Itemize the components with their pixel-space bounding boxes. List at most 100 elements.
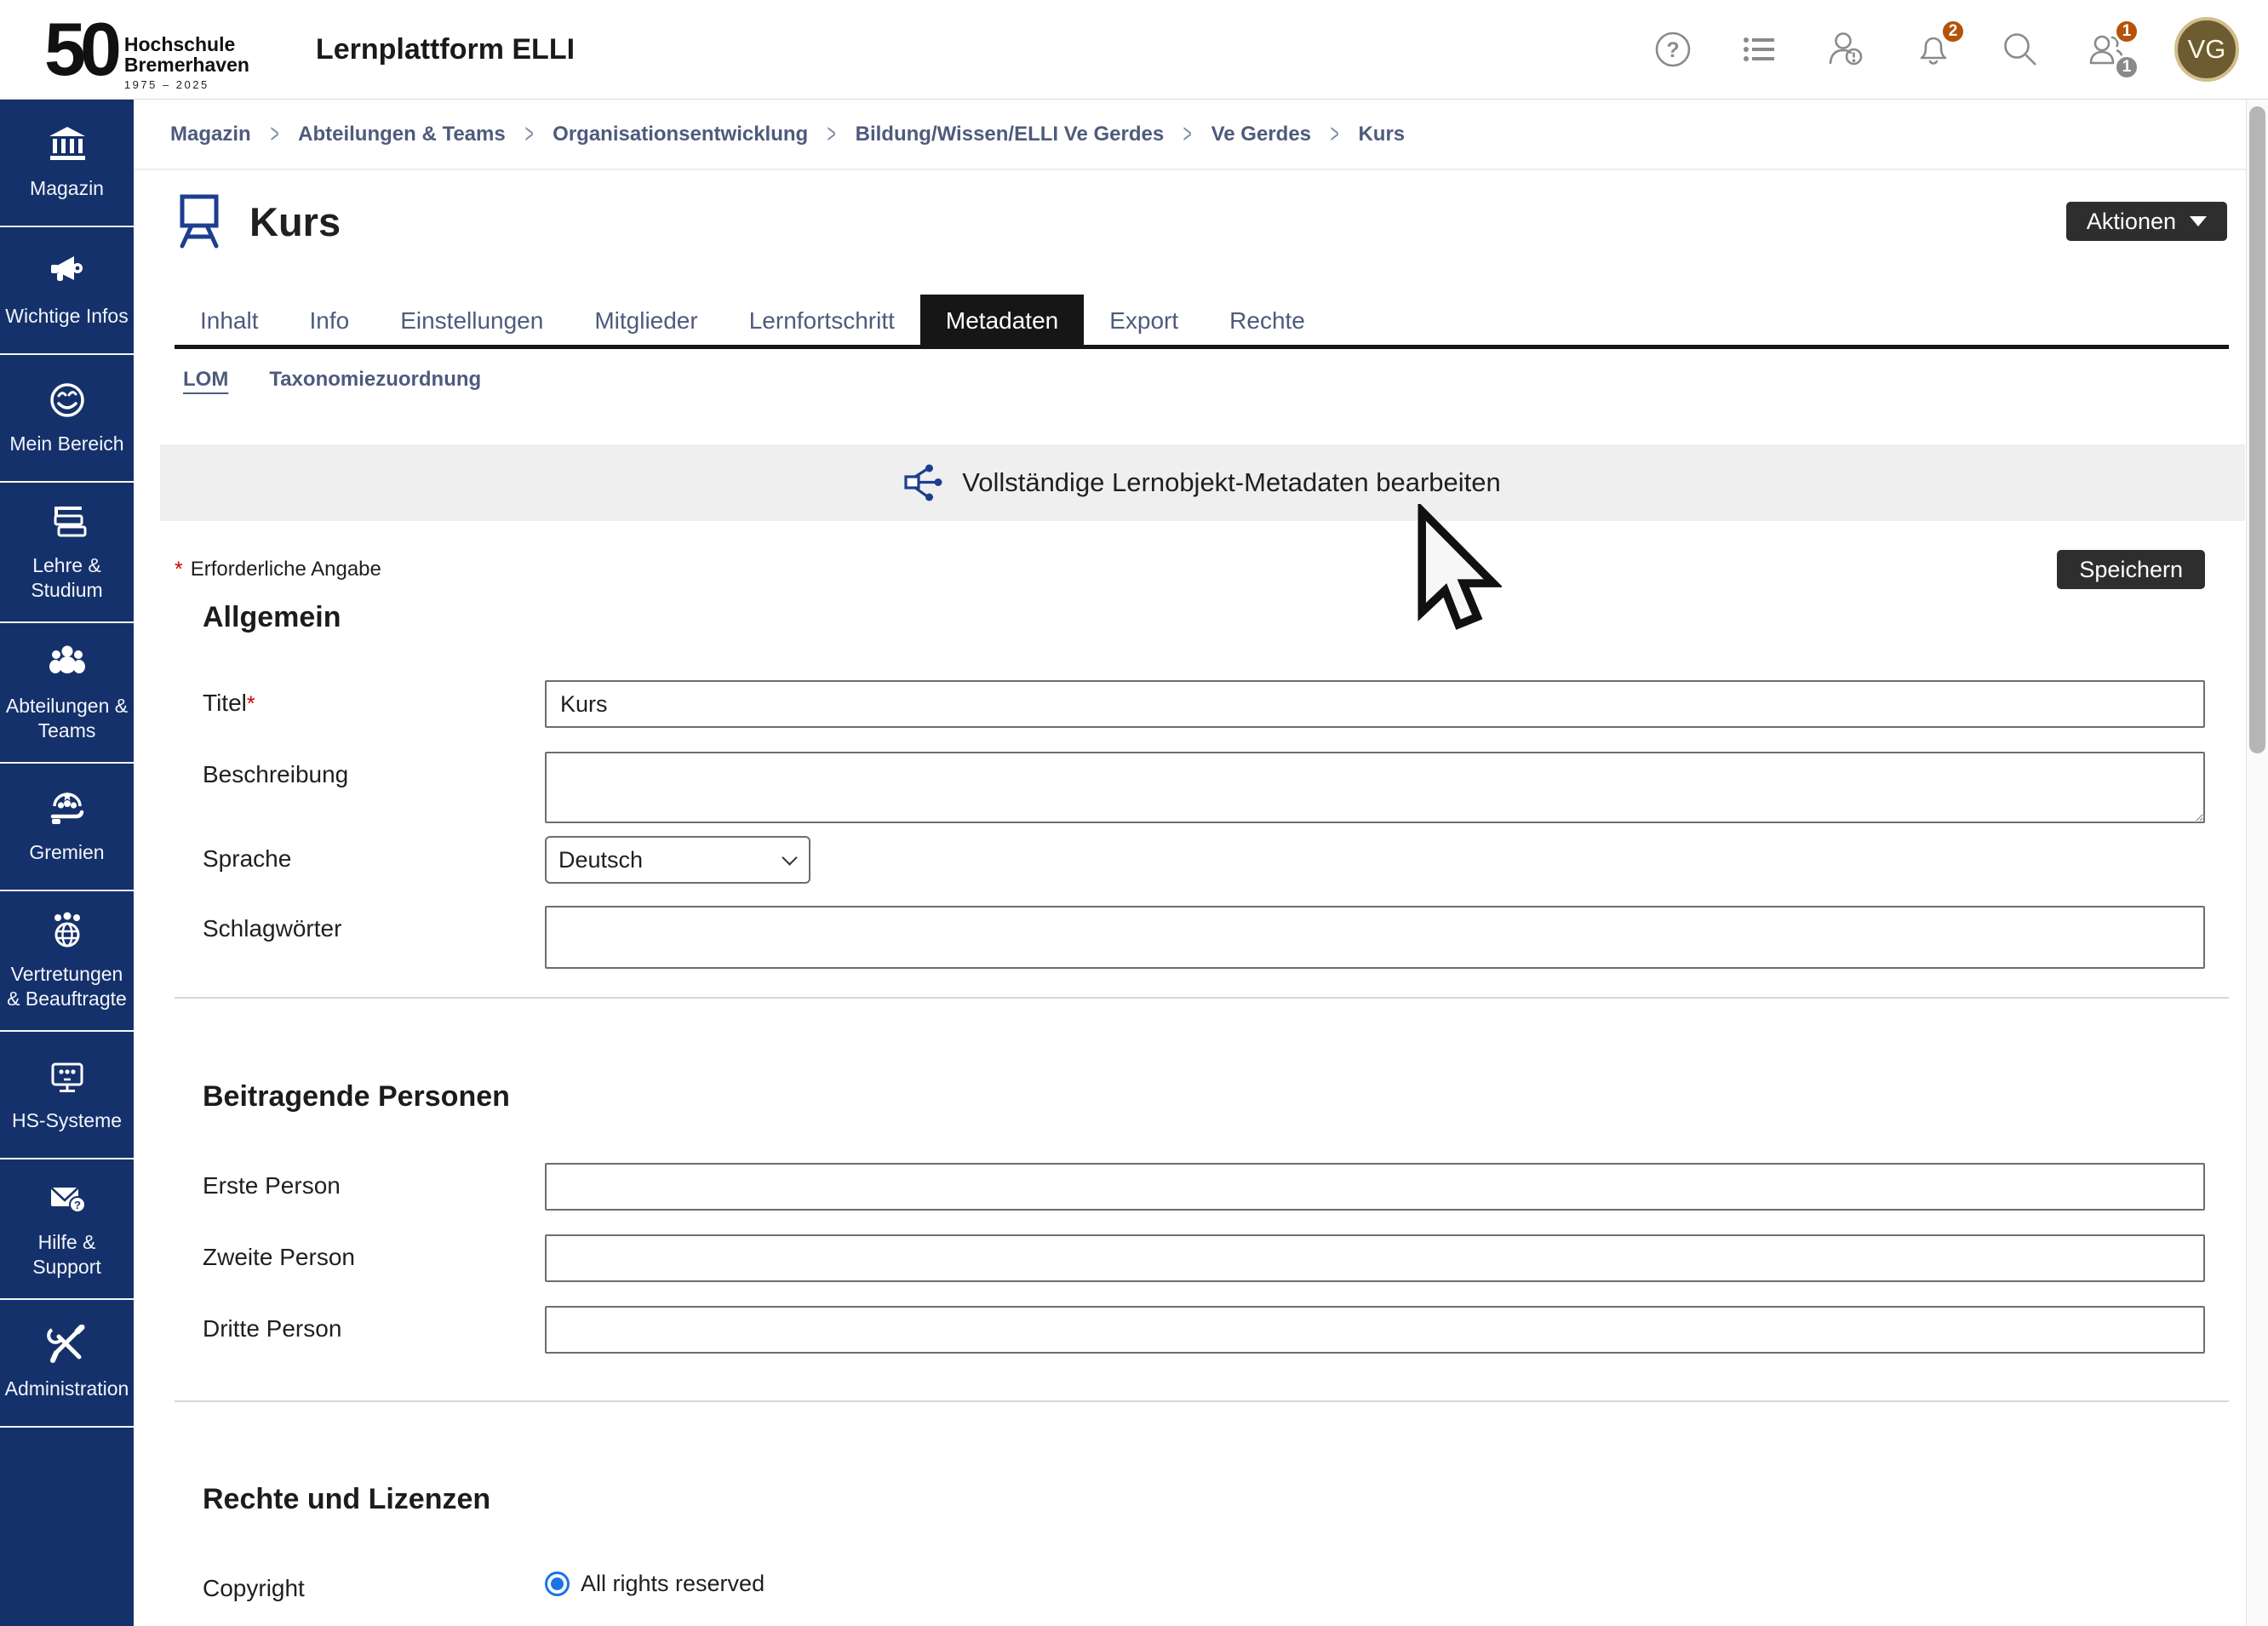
- sidebar-item-label: Abteilungen & Teams: [4, 694, 129, 743]
- form-row-erste-person: Erste Person: [203, 1163, 2229, 1211]
- logo-years: 1975 – 2025: [124, 78, 249, 91]
- required-hint-row: * Erforderliche Angabe Speichern: [175, 550, 2229, 589]
- svg-text:?: ?: [1666, 38, 1679, 62]
- sidebar-item-label: Wichtige Infos: [5, 304, 128, 329]
- section-heading-allgemein: Allgemein: [203, 601, 2229, 634]
- scrollbar-thumb[interactable]: [2249, 106, 2265, 753]
- chevron-right-icon: >: [828, 118, 836, 149]
- sidebar-item-mein-bereich[interactable]: Mein Bereich: [0, 355, 134, 483]
- sidebar-item-label: Magazin: [30, 176, 104, 201]
- form-row-dritte-person: Dritte Person: [203, 1306, 2229, 1354]
- schlagwoerter-input[interactable]: [545, 906, 2205, 969]
- breadcrumb-link[interactable]: Bildung/Wissen/ELLI Ve Gerdes: [856, 123, 1165, 146]
- scrollbar-track[interactable]: [2246, 100, 2268, 1626]
- tab-bar: Inhalt Info Einstellungen Mitglieder Ler…: [175, 295, 2229, 349]
- chevron-right-icon: >: [524, 118, 533, 149]
- smiley-icon: [47, 380, 88, 421]
- required-asterisk: *: [175, 558, 183, 582]
- sidebar-item-lehre-studium[interactable]: Lehre & Studium: [0, 483, 134, 623]
- breadcrumb-link[interactable]: Organisationsentwicklung: [553, 123, 808, 146]
- form-row-schlagwoerter: Schlagwörter: [203, 906, 2229, 969]
- titel-input[interactable]: [545, 680, 2205, 728]
- sidebar-item-label: Lehre & Studium: [4, 553, 129, 603]
- list-icon[interactable]: [1740, 30, 1779, 69]
- aktionen-button[interactable]: Aktionen: [2066, 202, 2227, 241]
- logo-line1: Hochschule: [124, 34, 249, 54]
- tab-metadaten[interactable]: Metadaten: [920, 295, 1084, 345]
- breadcrumb: Magazin > Abteilungen & Teams > Organisa…: [134, 100, 2246, 170]
- sidebar-item-vertretungen-beauftragte[interactable]: Vertretungen & Beauftragte: [0, 891, 134, 1032]
- titel-label: Titel*: [203, 680, 545, 717]
- tab-export[interactable]: Export: [1084, 295, 1204, 345]
- sidebar-item-abteilungen-teams[interactable]: Abteilungen & Teams: [0, 623, 134, 764]
- radio-selected-icon[interactable]: [545, 1572, 570, 1596]
- help-icon[interactable]: ?: [1653, 30, 1692, 69]
- copyright-option-label: All rights reserved: [581, 1571, 765, 1597]
- course-easel-icon: [175, 192, 224, 250]
- erste-person-label: Erste Person: [203, 1163, 545, 1199]
- chevron-right-icon: >: [270, 118, 278, 149]
- monitor-icon: [47, 1056, 88, 1097]
- tab-inhalt[interactable]: Inhalt: [175, 295, 284, 345]
- sprache-select[interactable]: Deutsch: [545, 836, 810, 884]
- tab-mitglieder[interactable]: Mitglieder: [569, 295, 723, 345]
- contacts-icon[interactable]: 1 1: [2088, 30, 2127, 69]
- zweite-person-input[interactable]: [545, 1234, 2205, 1282]
- sprache-label: Sprache: [203, 836, 545, 873]
- main-content: Kurs Aktionen Inhalt Info Einstellungen …: [134, 170, 2246, 1626]
- required-hint: Erforderliche Angabe: [191, 558, 381, 581]
- chevron-right-icon: >: [1331, 118, 1339, 149]
- breadcrumb-link[interactable]: Magazin: [170, 123, 251, 146]
- megaphone-icon: [47, 252, 88, 293]
- dritte-person-label: Dritte Person: [203, 1306, 545, 1343]
- tab-einstellungen[interactable]: Einstellungen: [375, 295, 569, 345]
- tab-info[interactable]: Info: [284, 295, 375, 345]
- contacts-badge-top: 1: [2114, 19, 2139, 44]
- breadcrumb-link[interactable]: Abteilungen & Teams: [298, 123, 506, 146]
- hochschule-bremerhaven-logo[interactable]: 50 Hochschule Bremerhaven 1975 – 2025: [44, 9, 249, 91]
- bell-badge: 2: [1940, 19, 1966, 44]
- page-title-row: Kurs Aktionen: [175, 192, 2229, 250]
- subtab-taxonomiezuordnung[interactable]: Taxonomiezuordnung: [269, 368, 481, 392]
- beschreibung-textarea[interactable]: [545, 752, 2205, 823]
- subtab-bar: LOM Taxonomiezuordnung: [175, 368, 2229, 392]
- sidebar-item-label: Gremien: [29, 840, 104, 865]
- schlagwoerter-label: Schlagwörter: [203, 906, 545, 942]
- edit-full-lom-metadata-link[interactable]: Vollständige Lernobjekt-Metadaten bearbe…: [160, 444, 2245, 521]
- erste-person-input[interactable]: [545, 1163, 2205, 1211]
- copyright-radio-option[interactable]: All rights reserved: [545, 1566, 2205, 1597]
- form-row-zweite-person: Zweite Person: [203, 1234, 2229, 1282]
- logo-line2: Bremerhaven: [124, 54, 249, 75]
- user-alert-icon[interactable]: [1827, 30, 1866, 69]
- edit-full-lom-metadata-label: Vollständige Lernobjekt-Metadaten bearbe…: [962, 467, 1501, 498]
- form-row-beschreibung: Beschreibung: [203, 752, 2229, 827]
- section-divider: [175, 1400, 2229, 1402]
- sidebar-item-magazin[interactable]: Magazin: [0, 100, 134, 227]
- form-row-sprache: Sprache Deutsch: [203, 836, 2229, 884]
- tab-lernfortschritt[interactable]: Lernfortschritt: [724, 295, 920, 345]
- sidebar-item-hilfe-support[interactable]: ? Hilfe & Support: [0, 1159, 134, 1300]
- dritte-person-input[interactable]: [545, 1306, 2205, 1354]
- copyright-label: Copyright: [203, 1566, 545, 1602]
- breadcrumb-link[interactable]: Ve Gerdes: [1211, 123, 1311, 146]
- globe-people-icon: [47, 910, 88, 951]
- subtab-lom[interactable]: LOM: [183, 368, 228, 392]
- bell-icon[interactable]: 2: [1914, 30, 1953, 69]
- sidebar-item-gremien[interactable]: Gremien: [0, 764, 134, 891]
- chevron-right-icon: >: [1183, 118, 1192, 149]
- topbar-icon-group: ? 2: [1653, 17, 2239, 82]
- search-icon[interactable]: [2001, 30, 2040, 69]
- section-heading-beitragende-personen: Beitragende Personen: [203, 1080, 2229, 1114]
- page-title: Kurs: [249, 198, 341, 245]
- beschreibung-label: Beschreibung: [203, 752, 545, 788]
- bank-icon: [47, 124, 88, 165]
- speichern-button[interactable]: Speichern: [2057, 550, 2205, 589]
- breadcrumb-current[interactable]: Kurs: [1358, 123, 1405, 146]
- sidebar-item-wichtige-infos[interactable]: Wichtige Infos: [0, 227, 134, 355]
- zweite-person-label: Zweite Person: [203, 1234, 545, 1271]
- sidebar-item-administration[interactable]: Administration: [0, 1300, 134, 1428]
- sidebar-item-hs-systeme[interactable]: HS-Systeme: [0, 1032, 134, 1159]
- tab-rechte[interactable]: Rechte: [1204, 295, 1331, 345]
- user-avatar[interactable]: VG: [2174, 17, 2239, 82]
- required-asterisk: *: [247, 692, 255, 716]
